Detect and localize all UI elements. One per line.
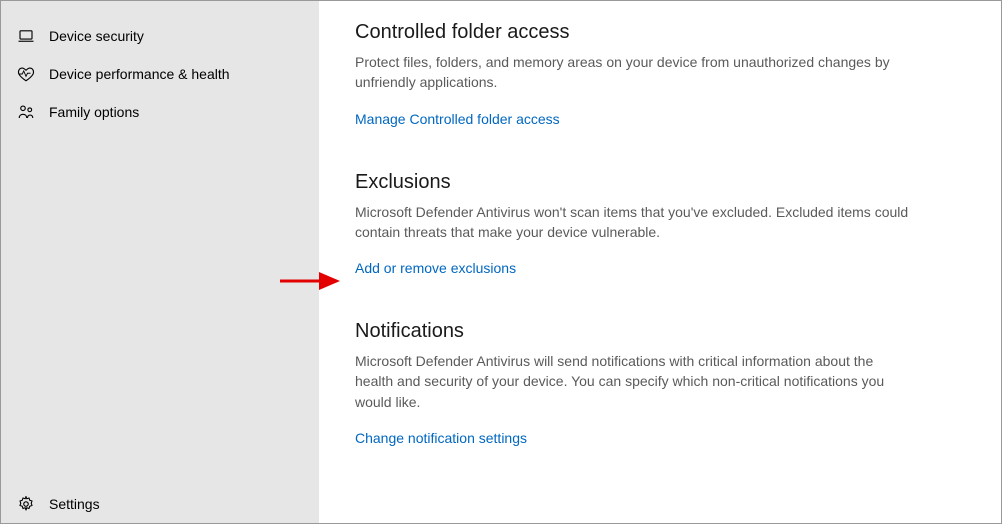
laptop-icon xyxy=(17,27,35,45)
sidebar-item-label: Device performance & health xyxy=(49,66,230,82)
sidebar-item-label: Device security xyxy=(49,28,144,44)
section-exclusions: Exclusions Microsoft Defender Antivirus … xyxy=(355,171,961,277)
section-title: Exclusions xyxy=(355,171,961,194)
sidebar: Device security Device performance & hea… xyxy=(1,1,319,523)
sidebar-item-performance[interactable]: Device performance & health xyxy=(1,55,319,93)
heart-pulse-icon xyxy=(17,65,35,83)
gear-icon xyxy=(17,495,35,513)
section-description: Microsoft Defender Antivirus won't scan … xyxy=(355,202,915,243)
section-title: Notifications xyxy=(355,320,961,343)
family-icon xyxy=(17,103,35,121)
section-notifications: Notifications Microsoft Defender Antivir… xyxy=(355,320,961,446)
sidebar-item-label: Settings xyxy=(49,496,100,512)
manage-controlled-folder-link[interactable]: Manage Controlled folder access xyxy=(355,111,560,127)
section-description: Microsoft Defender Antivirus will send n… xyxy=(355,351,915,412)
main-content: Controlled folder access Protect files, … xyxy=(319,1,1001,523)
change-notification-settings-link[interactable]: Change notification settings xyxy=(355,430,527,446)
add-remove-exclusions-link[interactable]: Add or remove exclusions xyxy=(355,260,516,276)
section-title: Controlled folder access xyxy=(355,21,961,44)
section-description: Protect files, folders, and memory areas… xyxy=(355,52,915,93)
section-controlled-folder: Controlled folder access Protect files, … xyxy=(355,21,961,127)
sidebar-item-family[interactable]: Family options xyxy=(1,93,319,131)
sidebar-item-label: Family options xyxy=(49,104,139,120)
sidebar-item-device-security[interactable]: Device security xyxy=(1,17,319,55)
sidebar-item-settings[interactable]: Settings xyxy=(1,485,319,523)
